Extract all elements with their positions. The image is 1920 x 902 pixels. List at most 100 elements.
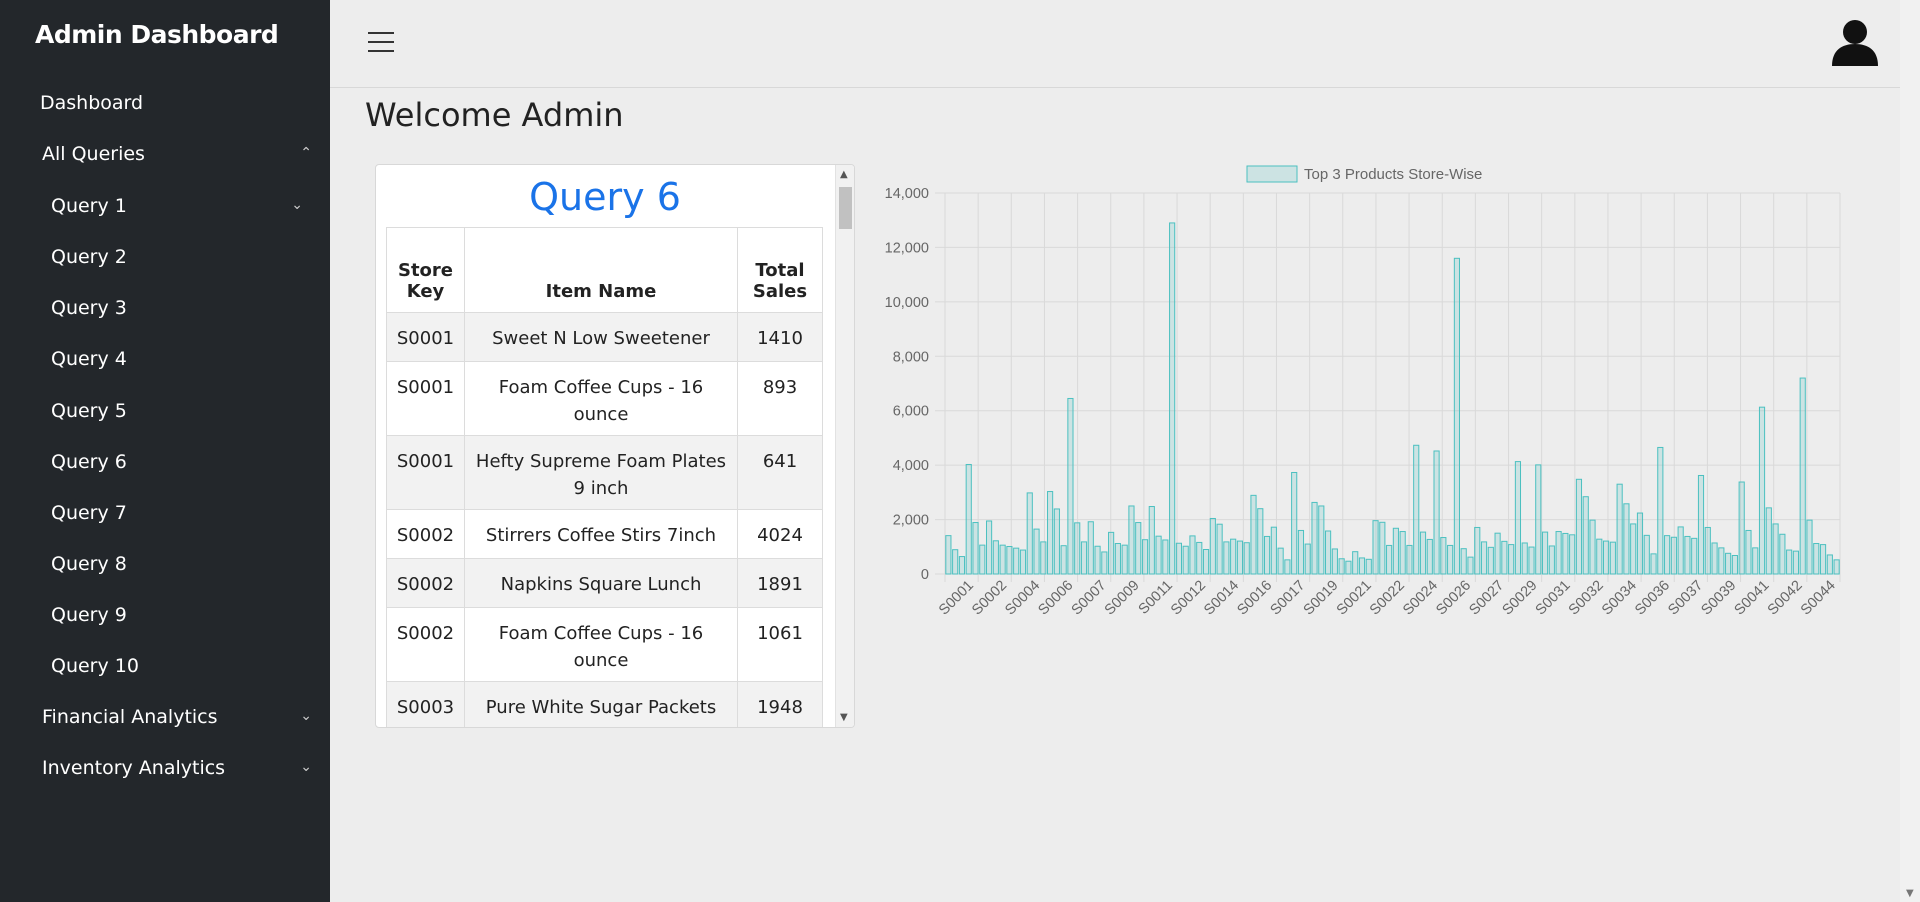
sidebar-item-query-9[interactable]: Query 9 xyxy=(51,604,303,626)
x-tick-label: S0027 xyxy=(1466,578,1507,619)
sidebar-item-inventory-analytics[interactable]: Inventory Analytics ⌄ xyxy=(42,757,312,779)
bar xyxy=(1128,505,1135,575)
y-tick-label: 2,000 xyxy=(893,513,929,529)
scroll-up-arrow-icon[interactable]: ▲ xyxy=(840,169,848,180)
y-tick-label: 6,000 xyxy=(893,404,929,420)
bar xyxy=(1772,523,1779,575)
table-cell: S0001 xyxy=(386,312,465,362)
bar xyxy=(958,556,966,575)
hamburger-menu-icon[interactable] xyxy=(368,32,394,54)
y-tick-label: 10,000 xyxy=(885,295,929,311)
x-tick-label: S0031 xyxy=(1533,578,1574,619)
bar xyxy=(1216,523,1223,575)
bar xyxy=(1162,539,1169,575)
bar xyxy=(1372,520,1379,575)
table-header-row: Store Key Item Name Total Sales xyxy=(386,227,823,313)
bar xyxy=(1467,556,1474,575)
bar xyxy=(1508,544,1515,575)
bar xyxy=(1243,542,1250,575)
sidebar-item-query-3[interactable]: Query 3 xyxy=(51,297,303,319)
bar xyxy=(1569,534,1576,575)
table-cell: Foam Coffee Cups - 16 ounce xyxy=(464,607,738,682)
bar xyxy=(1725,552,1732,575)
bar xyxy=(1311,501,1318,575)
scroll-down-arrow-icon[interactable]: ▼ xyxy=(840,712,848,723)
user-avatar-icon[interactable] xyxy=(1830,18,1880,66)
sidebar-item-query-8[interactable]: Query 8 xyxy=(51,553,303,575)
bar xyxy=(1704,526,1711,575)
bar xyxy=(1711,542,1718,575)
bar xyxy=(1494,532,1501,575)
bar xyxy=(1480,541,1488,575)
bar xyxy=(965,463,972,575)
sidebar-item-financial-analytics[interactable]: Financial Analytics ⌄ xyxy=(42,706,312,728)
bar xyxy=(1575,478,1583,575)
bar xyxy=(1202,549,1210,575)
bar xyxy=(1460,548,1467,575)
scrollbar-thumb[interactable] xyxy=(839,187,852,229)
bar xyxy=(1291,471,1298,575)
bar xyxy=(1657,446,1664,575)
bar xyxy=(1399,531,1406,575)
sidebar-item-query-1[interactable]: Query 1 ⌄ xyxy=(51,195,303,217)
bar xyxy=(1535,464,1542,575)
bar xyxy=(1223,541,1230,575)
sidebar-item-label: Query 4 xyxy=(51,348,127,370)
bar xyxy=(1067,397,1074,575)
sidebar-item-label: Query 7 xyxy=(51,502,127,524)
bar xyxy=(1521,542,1528,575)
bar xyxy=(1284,559,1291,575)
sidebar-item-query-6[interactable]: Query 6 xyxy=(51,451,303,473)
sidebar-item-query-4[interactable]: Query 4 xyxy=(51,348,303,370)
bar xyxy=(1263,535,1271,575)
sidebar-item-dashboard[interactable]: Dashboard xyxy=(40,92,310,114)
query-panel: Query 6 Store Key Item Name Total Sales … xyxy=(375,164,855,728)
x-tick-label: S0006 xyxy=(1035,578,1076,619)
sidebar-item-query-7[interactable]: Query 7 xyxy=(51,502,303,524)
brand-title: Admin Dashboard xyxy=(35,20,279,49)
column-header: Item Name xyxy=(464,227,738,313)
bar xyxy=(1019,549,1027,575)
bar xyxy=(1474,526,1481,575)
bar xyxy=(1304,543,1311,575)
bar xyxy=(1833,559,1840,575)
table-cell: 893 xyxy=(737,361,823,436)
table-cell: S0001 xyxy=(386,361,465,436)
sidebar-item-label: Query 3 xyxy=(51,297,127,319)
x-tick-label: S0016 xyxy=(1234,578,1275,619)
bar xyxy=(1108,531,1115,575)
table-scrollbar[interactable]: ▲ ▼ xyxy=(835,165,854,727)
sidebar-item-query-10[interactable]: Query 10 xyxy=(51,655,303,677)
bar xyxy=(1189,535,1196,575)
sidebar-item-all-queries[interactable]: All Queries ⌃ xyxy=(42,143,312,165)
bar xyxy=(1331,548,1338,575)
bar xyxy=(1819,544,1827,575)
bar xyxy=(1792,550,1800,575)
table-row: S0001 Foam Coffee Cups - 16 ounce 893 xyxy=(386,361,823,436)
table-row: S0001 Sweet N Low Sweetener 1410 xyxy=(386,312,823,362)
bar xyxy=(1386,544,1393,575)
sidebar-item-query-2[interactable]: Query 2 xyxy=(51,246,303,268)
bar xyxy=(1013,547,1020,575)
bar xyxy=(985,520,993,575)
bar xyxy=(1650,553,1657,575)
bar xyxy=(1589,519,1596,575)
bar xyxy=(972,522,979,575)
table-cell: Napkins Square Lunch xyxy=(464,558,738,608)
table-cell: S0002 xyxy=(386,607,465,682)
bar xyxy=(1636,512,1644,575)
bar xyxy=(1236,540,1244,575)
bar xyxy=(1447,544,1454,575)
page-scrollbar[interactable]: ▼ xyxy=(1900,0,1920,902)
sidebar-item-query-5[interactable]: Query 5 xyxy=(51,400,303,422)
bar xyxy=(992,540,999,575)
bar xyxy=(1182,545,1189,575)
x-tick-label: S0019 xyxy=(1301,578,1342,619)
table-row: S0003 Pure White Sugar Packets 1948 xyxy=(386,681,823,727)
bar xyxy=(1026,492,1033,575)
bar xyxy=(1718,547,1725,575)
scroll-down-arrow-icon[interactable]: ▼ xyxy=(1906,888,1914,899)
bar xyxy=(1392,527,1399,575)
bar xyxy=(1501,540,1508,575)
bar xyxy=(1277,547,1284,575)
